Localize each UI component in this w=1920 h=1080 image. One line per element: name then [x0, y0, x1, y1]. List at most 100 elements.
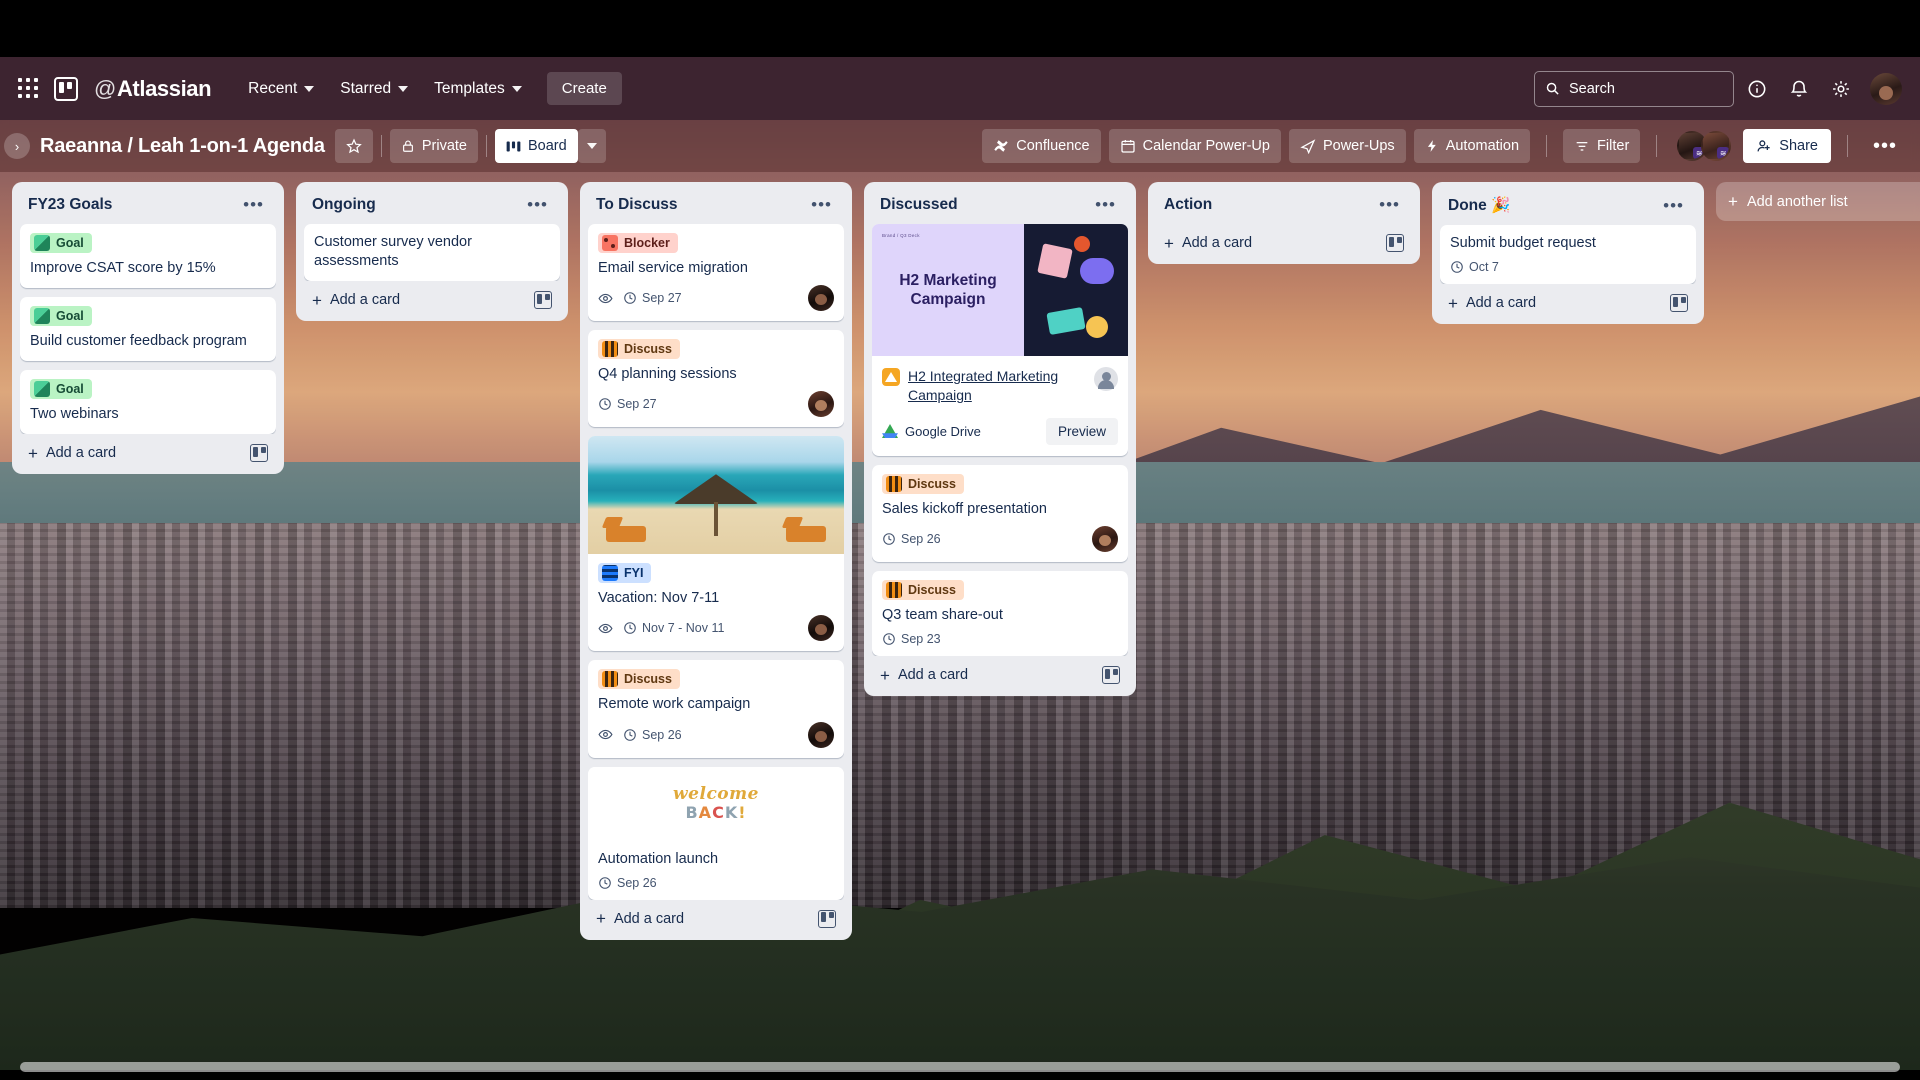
board-view-label: Board — [527, 138, 567, 154]
attachment-link[interactable]: H2 Integrated Marketing Campaign — [908, 367, 1086, 405]
add-card-button[interactable]: + Add a card — [1440, 284, 1696, 316]
list-menu-button[interactable]: ••• — [1659, 197, 1688, 214]
list-menu-button[interactable]: ••• — [1375, 196, 1404, 213]
board-horizontal-scrollbar[interactable] — [0, 1062, 1920, 1072]
add-card-button[interactable]: + Add a card — [872, 656, 1128, 688]
due-date[interactable]: Sep 27 — [623, 291, 682, 305]
list-title[interactable]: FY23 Goals — [28, 196, 112, 214]
deco-shape — [1086, 316, 1108, 338]
card-member-avatar[interactable] — [808, 391, 834, 418]
due-date[interactable]: Sep 26 — [623, 728, 682, 742]
add-card-button[interactable]: + Add a card — [1156, 224, 1412, 256]
card-q3-team-share-out[interactable]: Discuss Q3 team share-out Sep 23 — [872, 570, 1128, 657]
card-vacation[interactable]: FYI Vacation: Nov 7-11 Nov 7 - Nov 11 — [588, 436, 844, 652]
card-title: Build customer feedback program — [30, 333, 247, 350]
calendar-powerup-button[interactable]: Calendar Power-Up — [1108, 129, 1281, 163]
board-title[interactable]: Raeanna / Leah 1-on-1 Agenda — [40, 135, 325, 158]
google-drive-icon — [882, 424, 898, 439]
board-menu-button[interactable]: ••• — [1864, 135, 1906, 158]
card-member-avatar[interactable] — [1092, 525, 1118, 552]
list-title[interactable]: Ongoing — [312, 196, 376, 214]
create-button[interactable]: Create — [546, 72, 622, 105]
nav-item-templates[interactable]: Templates — [423, 73, 533, 105]
list-menu-button[interactable]: ••• — [239, 196, 268, 213]
card-email-service-migration[interactable]: Blocker Email service migration Sep 27 — [588, 224, 844, 322]
card-title: Q3 team share-out — [882, 606, 1003, 623]
card-member-avatar[interactable] — [808, 721, 834, 748]
automation-button[interactable]: Automation — [1413, 129, 1531, 163]
board-member-avatar-2[interactable]: ≋ — [1701, 131, 1732, 161]
due-date[interactable]: Sep 23 — [882, 632, 941, 646]
card-title: Sales kickoff presentation — [882, 500, 1047, 517]
attachment-member-avatar[interactable] — [1094, 367, 1118, 391]
star-board-button[interactable] — [334, 129, 373, 163]
add-card-button[interactable]: + Add a card — [20, 434, 276, 466]
list-title[interactable]: Done 🎉 — [1448, 196, 1510, 215]
add-card-button[interactable]: + Add a card — [588, 900, 844, 932]
app-switcher-icon[interactable] — [18, 77, 40, 100]
due-date[interactable]: Oct 7 — [1450, 260, 1499, 274]
user-avatar[interactable] — [1870, 72, 1902, 105]
list-header: Action ••• — [1156, 190, 1412, 224]
card-build-feedback-program[interactable]: Goal Build customer feedback program — [20, 297, 276, 362]
card-improve-csat[interactable]: Goal Improve CSAT score by 15% — [20, 224, 276, 289]
divider — [1656, 135, 1658, 157]
card-q4-planning-sessions[interactable]: Discuss Q4 planning sessions Sep 27 — [588, 330, 844, 428]
trello-logo-icon[interactable] — [54, 76, 78, 101]
notifications-icon[interactable] — [1780, 70, 1818, 108]
card-automation-launch[interactable]: welcome BACK! Automation launch Sep 26 — [588, 766, 844, 900]
beach-chair-left — [606, 526, 646, 543]
info-icon[interactable] — [1738, 70, 1776, 108]
due-date[interactable]: Sep 27 — [598, 397, 657, 411]
board-view-button[interactable]: Board — [494, 129, 578, 163]
card-template-icon[interactable] — [1386, 234, 1404, 252]
due-date[interactable]: Nov 7 - Nov 11 — [623, 621, 724, 635]
card-meta: Oct 7 — [1450, 260, 1686, 274]
card-member-avatar[interactable] — [808, 615, 834, 642]
scrollbar-thumb[interactable] — [20, 1062, 1900, 1072]
due-date[interactable]: Sep 26 — [882, 532, 941, 546]
search-input[interactable]: Search — [1534, 70, 1734, 107]
board-visibility-button[interactable]: Private — [389, 129, 478, 163]
add-card-button[interactable]: + Add a card — [304, 281, 560, 313]
board-view-dropdown[interactable] — [577, 129, 606, 163]
card-template-icon[interactable] — [1670, 294, 1688, 313]
card-label-blocker: Blocker — [598, 233, 678, 253]
card-template-icon[interactable] — [534, 291, 552, 310]
list-title[interactable]: To Discuss — [596, 196, 678, 214]
settings-icon[interactable] — [1822, 70, 1860, 108]
list-title[interactable]: Action — [1164, 196, 1212, 214]
card-member-avatar[interactable] — [808, 285, 834, 312]
card-h2-marketing-attachment[interactable]: Brand / Q3 Deck H2 Marketing Campaign H2… — [872, 224, 1128, 456]
card-meta: Sep 26 — [598, 721, 834, 748]
add-another-list-button[interactable]: + Add another list — [1716, 182, 1920, 221]
card-customer-survey-vendor[interactable]: Customer survey vendor assessments — [304, 224, 560, 282]
due-date[interactable]: Sep 26 — [598, 876, 657, 890]
card-two-webinars[interactable]: Goal Two webinars — [20, 370, 276, 435]
list-title[interactable]: Discussed — [880, 196, 958, 214]
card-label-goal: Goal — [30, 306, 92, 327]
list-header: To Discuss ••• — [588, 190, 844, 224]
share-button[interactable]: Share — [1743, 129, 1831, 163]
filter-button[interactable]: Filter — [1563, 129, 1641, 163]
card-meta: Sep 27 — [598, 391, 834, 418]
nav-item-starred[interactable]: Starred — [329, 73, 419, 105]
brand-atlassian[interactable]: @ Atlassian — [94, 76, 212, 102]
lock-icon — [402, 140, 413, 152]
power-ups-button[interactable]: Power-Ups — [1288, 129, 1406, 163]
card-template-icon[interactable] — [250, 444, 268, 463]
card-label-fyi: FYI — [598, 563, 652, 584]
list-menu-button[interactable]: ••• — [1091, 196, 1120, 213]
sidebar-toggle-button[interactable]: › — [4, 133, 30, 159]
preview-button[interactable]: Preview — [1045, 417, 1118, 445]
due-date-text: Nov 7 - Nov 11 — [642, 621, 725, 636]
list-menu-button[interactable]: ••• — [523, 196, 552, 213]
card-sales-kickoff-presentation[interactable]: Discuss Sales kickoff presentation Sep 2… — [872, 464, 1128, 562]
list-menu-button[interactable]: ••• — [807, 196, 836, 213]
card-template-icon[interactable] — [1102, 666, 1120, 685]
card-remote-work-campaign[interactable]: Discuss Remote work campaign Sep 26 — [588, 660, 844, 758]
confluence-button[interactable]: Confluence — [982, 129, 1101, 163]
nav-item-recent[interactable]: Recent — [237, 73, 325, 105]
card-template-icon[interactable] — [818, 909, 836, 928]
card-submit-budget-request[interactable]: Submit budget request Oct 7 — [1440, 225, 1696, 285]
